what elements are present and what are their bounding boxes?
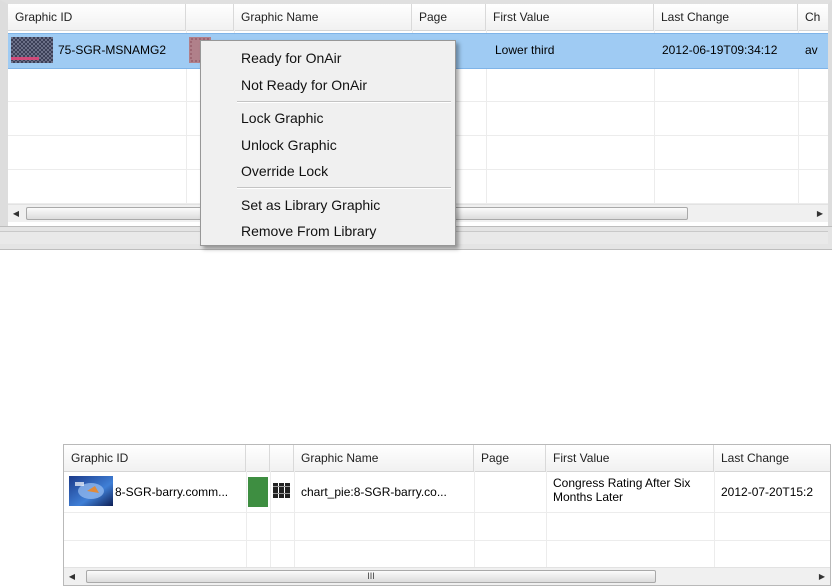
- graphics-table-bottom: Graphic ID Graphic Name Page First Value…: [63, 444, 831, 586]
- graphic-id-cell: 75-SGR-MSNAMG2: [58, 43, 167, 57]
- graphic-id-cell: 8-SGR-barry.comm...: [115, 485, 229, 499]
- menu-separator: [237, 187, 451, 189]
- scrollbar-grip: III: [367, 571, 375, 581]
- column-header-first-value[interactable]: First Value: [546, 445, 714, 471]
- graphic-name-cell: chart_pie:8-SGR-barry.co...: [301, 485, 447, 499]
- context-menu: Ready for OnAir Not Ready for OnAir Lock…: [200, 40, 456, 246]
- menu-item-not-ready-for-onair[interactable]: Not Ready for OnAir: [241, 77, 367, 93]
- column-header-ch[interactable]: Ch: [798, 4, 828, 30]
- scroll-right-arrow-icon[interactable]: ▶: [814, 568, 830, 585]
- column-header-graphic-name[interactable]: Graphic Name: [234, 4, 412, 30]
- table-header: Graphic ID Graphic Name Page First Value…: [8, 4, 828, 31]
- library-books-icon: [272, 481, 292, 499]
- first-value-cell: Congress Rating After Six Months Later: [553, 476, 691, 504]
- graphic-thumbnail: [69, 476, 113, 506]
- table-header: Graphic ID Graphic Name Page First Value…: [64, 445, 830, 472]
- column-header-status[interactable]: [246, 445, 270, 471]
- column-header-type[interactable]: [270, 445, 294, 471]
- column-header-page[interactable]: Page: [474, 445, 546, 471]
- column-header-graphic-id[interactable]: Graphic ID: [64, 445, 246, 471]
- status-swatch: [248, 477, 268, 507]
- last-change-cell: 2012-06-19T09:34:12: [662, 43, 778, 57]
- scroll-left-arrow-icon[interactable]: ◀: [64, 568, 80, 585]
- column-header-last-change[interactable]: Last Change: [714, 445, 830, 471]
- first-value-cell: Lower third: [495, 43, 555, 57]
- scrollbar-thumb[interactable]: III: [86, 570, 656, 583]
- column-header-first-value[interactable]: First Value: [486, 4, 654, 30]
- menu-item-remove-from-library[interactable]: Remove From Library: [241, 223, 376, 239]
- ch-cell: av: [805, 43, 818, 57]
- column-header-last-change[interactable]: Last Change: [654, 4, 798, 30]
- scroll-left-arrow-icon[interactable]: ◀: [8, 205, 24, 222]
- table-row[interactable]: 8-SGR-barry.comm... chart_pie:8-SGR-barr…: [64, 472, 830, 513]
- menu-item-set-as-library-graphic[interactable]: Set as Library Graphic: [241, 197, 380, 213]
- scroll-right-arrow-icon[interactable]: ▶: [812, 205, 828, 222]
- menu-separator: [237, 101, 451, 103]
- last-change-cell: 2012-07-20T15:2: [721, 485, 814, 499]
- table-row-empty: [64, 512, 830, 541]
- horizontal-scrollbar[interactable]: ◀ III ▶: [64, 567, 830, 585]
- menu-item-override-lock[interactable]: Override Lock: [241, 163, 328, 179]
- table-row-empty: [64, 540, 830, 569]
- graphic-thumbnail: [11, 37, 53, 63]
- column-header-status[interactable]: [186, 4, 234, 30]
- column-header-graphic-id[interactable]: Graphic ID: [8, 4, 186, 30]
- column-header-page[interactable]: Page: [412, 4, 486, 30]
- menu-item-unlock-graphic[interactable]: Unlock Graphic: [241, 137, 337, 153]
- column-header-graphic-name[interactable]: Graphic Name: [294, 445, 474, 471]
- menu-item-ready-for-onair[interactable]: Ready for OnAir: [241, 50, 341, 66]
- menu-item-lock-graphic[interactable]: Lock Graphic: [241, 110, 323, 126]
